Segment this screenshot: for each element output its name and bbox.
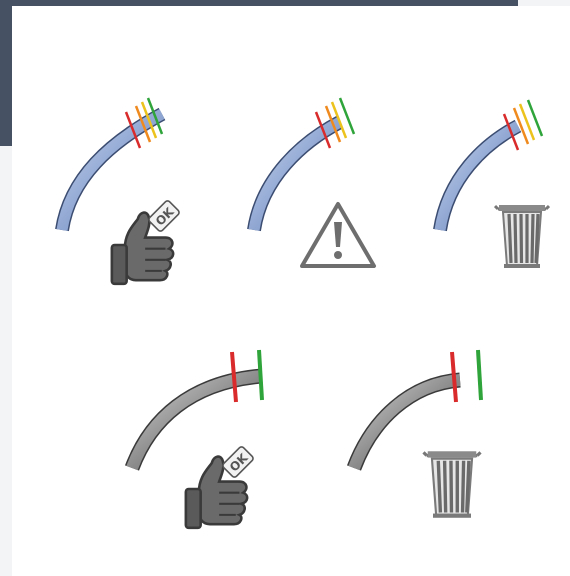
cleave-mark-red [230,351,238,403]
cleave-mark-red [450,351,458,403]
warning-triangle-icon [298,200,378,275]
thumbs-up-icon: OK [108,196,188,291]
cleave-mark-green [476,349,483,401]
ok-badge: OK [222,446,254,478]
trash-can-icon [412,446,492,527]
ok-badge: OK [148,200,180,232]
thumbs-up-icon: OK [182,440,262,535]
trash-can-icon [493,200,551,277]
cleave-mark-green [257,349,264,401]
